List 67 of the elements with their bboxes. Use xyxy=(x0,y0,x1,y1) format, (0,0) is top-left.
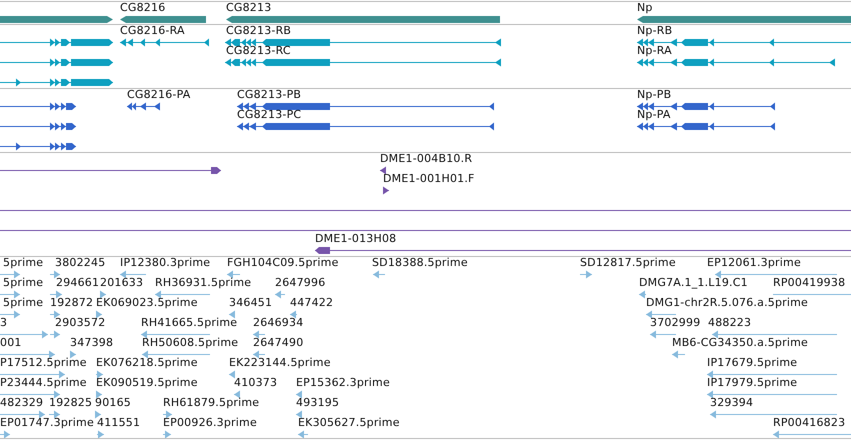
feature-label: Np xyxy=(637,2,653,14)
feature-label: IP17679.5prime xyxy=(707,357,798,369)
feature-label: 201633 xyxy=(100,277,144,289)
feature-label: EK069023.5prime xyxy=(96,297,198,309)
feature-label: 2903572 xyxy=(55,317,106,329)
feature-label: CG8216-RA xyxy=(120,25,185,37)
feature-label: CG8216-PA xyxy=(127,89,190,101)
feature-label: RH61879.5prime xyxy=(163,397,260,409)
feature-label: 447422 xyxy=(290,297,334,309)
feature-label: DMG7A.1_1.L19.C1 xyxy=(639,277,748,289)
feature-label: DME1-004B10.R xyxy=(380,153,472,165)
feature-label: 001 xyxy=(0,337,22,349)
feature-label: 192872 xyxy=(50,297,94,309)
feature-label: SD18388.5prime xyxy=(372,257,468,269)
feature-label: CG8213-RB xyxy=(226,25,292,37)
feature-label: Np-PA xyxy=(637,109,671,121)
feature-label: 2646934 xyxy=(253,317,304,329)
feature-label: RP00416823 xyxy=(773,417,846,429)
feature-label: IP17979.5prime xyxy=(707,377,798,389)
feature-label: FGH104C09.5prime xyxy=(227,257,339,269)
feature-label: CG8213-PC xyxy=(237,109,302,121)
feature-label: IP12380.3prime xyxy=(120,257,210,269)
feature-label: 5prime xyxy=(3,277,44,289)
feature-label: Np-PB xyxy=(637,89,672,101)
feature-label: 5prime xyxy=(3,257,44,269)
feature-label: 3702999 xyxy=(650,317,700,329)
feature-label: 488223 xyxy=(708,317,752,329)
feature-label: MB6-CG34350.a.5prime xyxy=(672,337,808,349)
feature-label: EP01747.3prime xyxy=(0,417,94,429)
feature-label: CG8213-PB xyxy=(237,89,302,101)
feature-label: EP15362.3prime xyxy=(296,377,390,389)
feature-label: DME1-001H01.F xyxy=(383,173,475,185)
feature-label: 294661 xyxy=(56,277,100,289)
feature-label: EP12061.3prime xyxy=(707,257,801,269)
feature-label: RH50608.5prime xyxy=(142,337,238,349)
feature-label: EK223144.5prime xyxy=(229,357,331,369)
feature-label: P23444.5prime xyxy=(0,377,87,389)
feature-label: 2647490 xyxy=(253,337,304,349)
feature-label: 482329 xyxy=(0,397,44,409)
feature-label: EK090519.5prime xyxy=(96,377,198,389)
feature-label: Np-RB xyxy=(637,25,672,37)
feature-label: RH41665.5prime xyxy=(141,317,238,329)
feature-label: EP00926.3prime xyxy=(163,417,257,429)
feature-label: 192825 xyxy=(49,397,92,409)
feature-label: 3802245 xyxy=(55,257,106,269)
feature-label: 2647996 xyxy=(275,277,326,289)
feature-label: Np-RA xyxy=(637,45,672,57)
feature-label: DMG1-chr2R.5.076.a.5prime xyxy=(646,297,808,309)
feature-label: P17512.5prime xyxy=(0,357,87,369)
feature-label: 329394 xyxy=(710,397,754,409)
feature-label: 346451 xyxy=(229,297,272,309)
feature-label: RP00419938 xyxy=(773,277,846,289)
feature-label: 411551 xyxy=(97,417,140,429)
feature-label: 493195 xyxy=(296,397,340,409)
feature-label: EK076218.5prime xyxy=(96,357,198,369)
feature-label: DME1-013H08 xyxy=(315,233,396,245)
feature-label: 3 xyxy=(0,317,8,329)
feature-label: RH36931.5prime xyxy=(155,277,252,289)
feature-label: 347398 xyxy=(70,337,114,349)
feature-label: EK305627.5prime xyxy=(298,417,400,429)
feature-label: 90165 xyxy=(95,397,131,409)
feature-label: CG8216 xyxy=(120,2,166,14)
feature-label: 410373 xyxy=(234,377,278,389)
feature-label: CG8213 xyxy=(226,2,272,14)
feature-label: SD12817.5prime xyxy=(580,257,676,269)
feature-label: CG8213-RC xyxy=(226,45,291,57)
feature-label: 5prime xyxy=(3,297,44,309)
